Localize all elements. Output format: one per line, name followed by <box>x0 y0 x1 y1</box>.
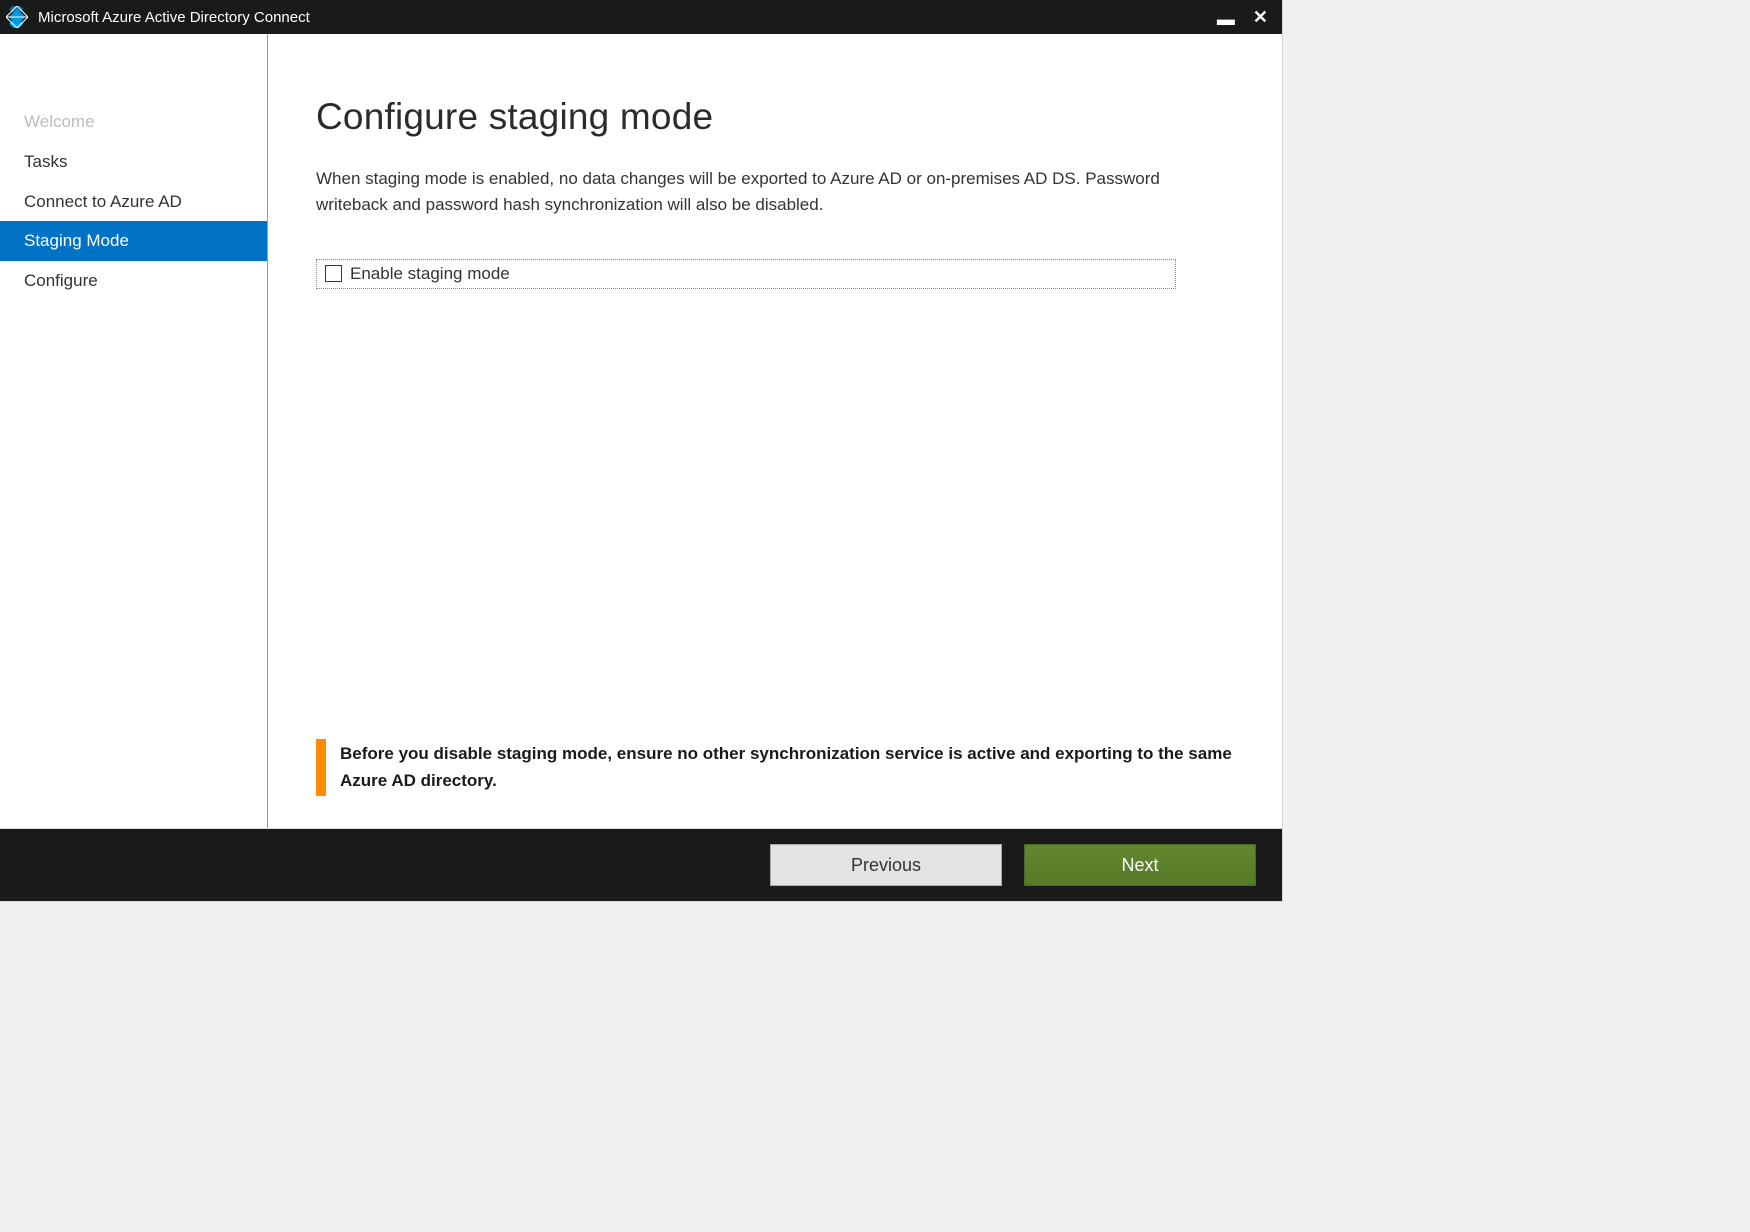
warning-text: Before you disable staging mode, ensure … <box>340 739 1234 796</box>
window-title: Microsoft Azure Active Directory Connect <box>38 9 1217 26</box>
button-label: Previous <box>851 855 921 876</box>
enable-staging-mode-checkbox[interactable]: Enable staging mode <box>316 259 1176 289</box>
window-controls: ▬ ✕ <box>1217 8 1274 26</box>
main-content: Configure staging mode When staging mode… <box>268 34 1282 828</box>
sidebar-item-label: Welcome <box>24 112 95 131</box>
wizard-footer: Previous Next <box>0 829 1282 901</box>
minimize-icon[interactable]: ▬ <box>1217 10 1235 28</box>
warning-callout: Before you disable staging mode, ensure … <box>316 739 1234 796</box>
spacer <box>316 289 1234 740</box>
sidebar-item-label: Tasks <box>24 152 67 171</box>
app-window: Microsoft Azure Active Directory Connect… <box>0 0 1282 901</box>
sidebar-item-tasks[interactable]: Tasks <box>0 142 267 182</box>
previous-button[interactable]: Previous <box>770 844 1002 886</box>
azure-ad-connect-icon <box>6 6 28 28</box>
body-area: Welcome Tasks Connect to Azure AD Stagin… <box>0 34 1282 829</box>
sidebar-item-label: Configure <box>24 271 98 290</box>
sidebar-item-welcome[interactable]: Welcome <box>0 102 267 142</box>
sidebar-item-label: Staging Mode <box>24 231 129 250</box>
checkbox-icon <box>325 265 342 282</box>
checkbox-label: Enable staging mode <box>350 264 510 284</box>
page-description: When staging mode is enabled, no data ch… <box>316 166 1186 219</box>
warning-bar-icon <box>316 739 326 796</box>
close-icon[interactable]: ✕ <box>1253 8 1268 26</box>
sidebar-item-label: Connect to Azure AD <box>24 192 182 211</box>
sidebar-item-configure[interactable]: Configure <box>0 261 267 301</box>
wizard-sidebar: Welcome Tasks Connect to Azure AD Stagin… <box>0 34 268 828</box>
sidebar-item-connect-azure-ad[interactable]: Connect to Azure AD <box>0 182 267 222</box>
page-title: Configure staging mode <box>316 96 1234 138</box>
button-label: Next <box>1121 855 1158 876</box>
sidebar-item-staging-mode[interactable]: Staging Mode <box>0 221 267 261</box>
titlebar: Microsoft Azure Active Directory Connect… <box>0 0 1282 34</box>
next-button[interactable]: Next <box>1024 844 1256 886</box>
